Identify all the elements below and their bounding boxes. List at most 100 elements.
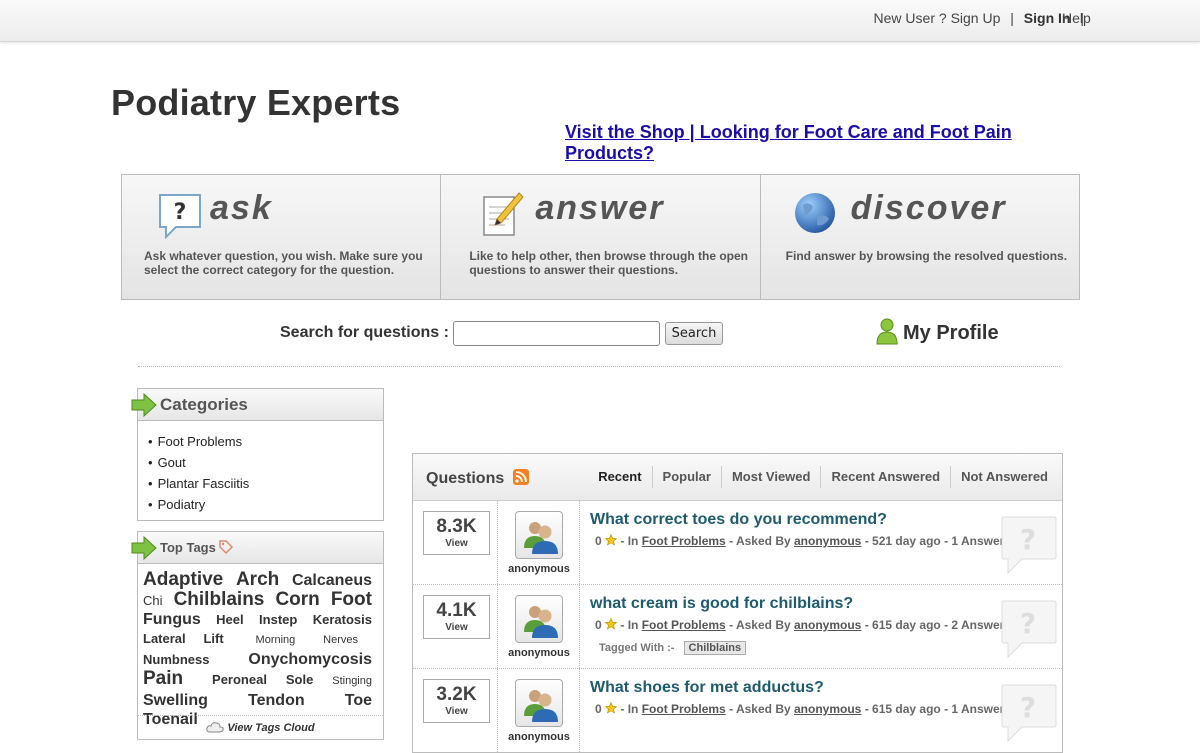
- feature-discover[interactable]: discover Find answer by browsing the res…: [761, 175, 1079, 299]
- questions-title: Questions: [426, 470, 505, 487]
- tag-link[interactable]: Toe: [345, 691, 372, 710]
- question-row: 3.2K View anonymous What shoes for met a…: [413, 669, 1062, 752]
- meta-in: - In: [620, 618, 639, 632]
- tag-link[interactable]: Nerves: [323, 631, 358, 650]
- tag-link[interactable]: Onychomycosis: [248, 650, 372, 669]
- sign-up-link[interactable]: Sign Up: [951, 10, 1001, 26]
- view-count-box: 4.1K View: [423, 595, 490, 639]
- tag-link[interactable]: Lift: [203, 629, 223, 648]
- score: 0: [595, 702, 602, 716]
- view-count-box: 8.3K View: [423, 511, 490, 555]
- question-title-link[interactable]: What correct toes do you recommend?: [590, 511, 887, 529]
- feature-answer[interactable]: answer Like to help other, then browse t…: [441, 175, 761, 299]
- cloud-icon: [206, 722, 227, 734]
- tag-link[interactable]: Calcaneus: [292, 571, 372, 590]
- tag-link[interactable]: Foot: [331, 590, 372, 609]
- tag-link[interactable]: Fungus: [143, 610, 201, 629]
- avatar[interactable]: [515, 595, 563, 643]
- tag-link[interactable]: Morning: [256, 631, 296, 650]
- category-link[interactable]: Foot Problems: [642, 534, 726, 548]
- my-profile-link[interactable]: My Profile: [875, 318, 999, 348]
- rss-icon[interactable]: [513, 469, 529, 490]
- categories-title: Categories: [160, 395, 248, 414]
- tag-link[interactable]: Heel: [216, 610, 243, 629]
- category-link[interactable]: Podiatry: [158, 497, 206, 512]
- categories-box: Categories Foot Problems Gout Plantar Fa…: [131, 388, 384, 521]
- feature-title: discover: [850, 189, 1007, 227]
- asker-link[interactable]: anonymous: [794, 702, 861, 716]
- username[interactable]: anonymous: [499, 563, 579, 575]
- tag-link[interactable]: Numbness: [143, 650, 209, 669]
- category-link[interactable]: Gout: [158, 455, 186, 470]
- meta-asked-by: - Asked By: [729, 534, 791, 548]
- question-age: 615 day ago: [872, 702, 941, 716]
- question-meta: 0 - In Foot Problems - Asked By anonymou…: [595, 701, 1004, 716]
- tagged-with-label: Tagged With :-: [599, 642, 675, 654]
- feature-ask[interactable]: ? ask Ask whatever question, you wish. M…: [122, 175, 442, 299]
- question-mark-bubble-icon: ?: [1000, 683, 1058, 748]
- meta-dash: -: [864, 702, 869, 716]
- tag-link[interactable]: Chilblains: [174, 590, 265, 609]
- category-link[interactable]: Foot Problems: [642, 618, 726, 632]
- feature-description: Find answer by browsing the resolved que…: [785, 249, 1068, 263]
- view-count: 3.2K: [436, 684, 477, 705]
- globe-icon: [793, 191, 837, 240]
- top-tags-box: Top Tags Adaptive Arch Calcaneus Chi Chi…: [131, 531, 384, 740]
- tag-link[interactable]: Swelling: [143, 691, 208, 710]
- username[interactable]: anonymous: [499, 731, 579, 743]
- tag-link[interactable]: Corn: [275, 590, 319, 609]
- tag-icon: [218, 539, 234, 560]
- asker-link[interactable]: anonymous: [794, 618, 861, 632]
- tab-popular[interactable]: Popular: [651, 466, 721, 488]
- meta-dash: -: [864, 618, 869, 632]
- avatar[interactable]: [515, 511, 563, 559]
- tag-link[interactable]: Adaptive: [143, 570, 223, 589]
- tag-link[interactable]: Peroneal: [212, 670, 267, 689]
- meta-in: - In: [620, 702, 639, 716]
- tag-link[interactable]: Tendon: [248, 691, 305, 710]
- category-link[interactable]: Foot Problems: [158, 434, 243, 449]
- tag-link[interactable]: Keratosis: [313, 610, 372, 629]
- tag-link[interactable]: Arch: [236, 570, 279, 589]
- meta-dash: -: [944, 534, 949, 548]
- asker-link[interactable]: anonymous: [794, 534, 861, 548]
- search-button[interactable]: Search: [665, 322, 723, 345]
- my-profile-label: My Profile: [903, 321, 999, 344]
- tab-recent-answered[interactable]: Recent Answered: [820, 466, 950, 488]
- question-age: 615 day ago: [872, 618, 941, 632]
- question-title-link[interactable]: What shoes for met adductus?: [590, 679, 824, 697]
- tab-not-answered[interactable]: Not Answered: [950, 466, 1058, 488]
- score: 0: [595, 618, 602, 632]
- feature-panel: ? ask Ask whatever question, you wish. M…: [121, 174, 1080, 300]
- help-link[interactable]: Help: [1062, 10, 1091, 26]
- svg-text:?: ?: [174, 200, 187, 225]
- category-list: Foot Problems Gout Plantar Fasciitis Pod…: [138, 421, 383, 515]
- svg-text:?: ?: [1020, 691, 1036, 724]
- shop-link[interactable]: Visit the Shop | Looking for Foot Care a…: [565, 122, 1035, 164]
- tag-link[interactable]: Chi: [143, 591, 163, 610]
- top-bar: New User ? Sign Up | Sign In | Help: [0, 0, 1200, 42]
- tagged-with: Tagged With :- Chilblains: [599, 641, 747, 655]
- feature-title: answer: [535, 189, 665, 227]
- search-label: Search for questions :: [280, 324, 449, 341]
- tag-chip[interactable]: Chilblains: [683, 641, 747, 655]
- tag-link[interactable]: Sole: [286, 670, 313, 689]
- tag-link[interactable]: Lateral: [143, 629, 186, 648]
- view-count-box: 3.2K View: [423, 679, 490, 723]
- category-link[interactable]: Foot Problems: [642, 702, 726, 716]
- questions-panel: Questions Recent Popular Most Viewed Rec…: [412, 453, 1063, 753]
- tag-link[interactable]: Instep: [259, 610, 297, 629]
- search-input[interactable]: [453, 321, 660, 346]
- username[interactable]: anonymous: [499, 647, 579, 659]
- tag-link[interactable]: Stinging: [332, 672, 372, 691]
- question-title-link[interactable]: what cream is good for chilblains?: [590, 595, 853, 613]
- category-link[interactable]: Plantar Fasciitis: [158, 476, 250, 491]
- divider: [497, 585, 498, 668]
- avatar[interactable]: [515, 679, 563, 727]
- tag-link[interactable]: Pain: [143, 669, 183, 688]
- tab-recent[interactable]: Recent: [588, 466, 651, 488]
- answer-count: 1 Answer: [951, 534, 1005, 548]
- view-label: View: [445, 706, 468, 717]
- view-tags-cloud[interactable]: View Tags Cloud: [138, 715, 383, 739]
- tab-most-viewed[interactable]: Most Viewed: [720, 466, 821, 488]
